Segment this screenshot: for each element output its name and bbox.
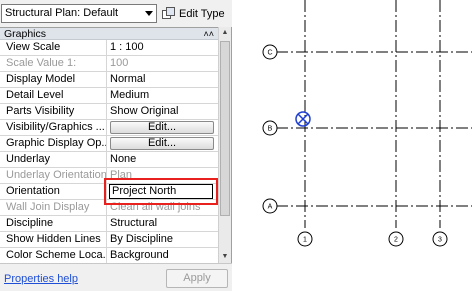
property-value[interactable]: 1 : 100 [107, 40, 218, 55]
property-value[interactable]: Background [107, 248, 218, 263]
property-name: Wall Join Display [0, 200, 107, 215]
property-value[interactable]: Plan [107, 168, 218, 183]
property-row[interactable]: View Scale 1 : 100 [0, 40, 218, 56]
properties-palette: Structural Plan: Default Edit Type Graph… [0, 0, 232, 291]
property-row[interactable]: Scale Value 1: 100 [0, 56, 218, 72]
property-name: Show Hidden Lines [0, 232, 107, 247]
property-row[interactable]: Parts Visibility Show Original [0, 104, 218, 120]
property-name: Underlay Orientation [0, 168, 107, 183]
property-value[interactable]: Edit... [107, 136, 218, 151]
grid-bubble-label: C [267, 50, 272, 57]
property-value[interactable]: Structural [107, 216, 218, 231]
grid-bubble-2[interactable]: 2 [388, 231, 404, 247]
grid-bubble-label: A [268, 204, 273, 211]
property-name: Orientation [0, 184, 107, 199]
property-name: Color Scheme Loca... [0, 248, 107, 263]
property-name: Underlay [0, 152, 107, 167]
property-row[interactable]: Underlay None [0, 152, 218, 168]
property-name: Discipline [0, 216, 107, 231]
property-value[interactable]: Edit... [107, 120, 218, 135]
property-row[interactable]: Show Hidden Lines By Discipline [0, 232, 218, 248]
property-name: Display Model [0, 72, 107, 87]
edit-type-label: Edit Type [179, 7, 225, 20]
type-selector-value: Structural Plan: Default [5, 7, 119, 19]
property-name: Graphic Display Op... [0, 136, 107, 151]
grid-bubble-label: 1 [303, 237, 307, 244]
edit-button[interactable]: Edit... [110, 137, 214, 150]
scroll-up-icon[interactable]: ▲ [219, 27, 231, 39]
location-marker-icon [295, 111, 311, 127]
drawing-area[interactable]: C B A 1 2 3 [232, 0, 472, 291]
property-row[interactable]: Detail Level Medium [0, 88, 218, 104]
property-value[interactable]: Medium [107, 88, 218, 103]
grid-bubble-c[interactable]: C [262, 44, 278, 60]
section-header-label: Graphics [4, 28, 47, 40]
grid-bubble-label: 2 [394, 237, 398, 244]
property-value[interactable]: By Discipline [107, 232, 218, 247]
dropdown-arrow-icon [145, 11, 153, 16]
grid-bubble-a[interactable]: A [262, 198, 278, 214]
collapse-icon[interactable]: ˄˄ [203, 28, 214, 40]
property-value[interactable]: Project North [107, 184, 218, 199]
property-row[interactable]: Visibility/Graphics ... Edit... [0, 120, 218, 136]
property-row[interactable]: Orientation Project North [0, 184, 218, 200]
property-name: Detail Level [0, 88, 107, 103]
property-row[interactable]: Underlay Orientation Plan [0, 168, 218, 184]
property-value[interactable]: 100 [107, 56, 218, 71]
grid-bubble-1[interactable]: 1 [297, 231, 313, 247]
properties-grid: Graphics ˄˄ View Scale 1 : 100 Scale Value… [0, 27, 218, 263]
property-value[interactable]: Normal [107, 72, 218, 87]
property-row[interactable]: Graphic Display Op... Edit... [0, 136, 218, 152]
property-row[interactable]: Wall Join Display Clean all wall joins [0, 200, 218, 216]
scroll-down-icon[interactable]: ▼ [219, 251, 231, 263]
grid-bubble-label: 3 [438, 237, 442, 244]
edit-type-button[interactable]: Edit Type [162, 4, 225, 23]
apply-button[interactable]: Apply [166, 269, 228, 288]
scrollbar-thumb[interactable] [220, 41, 230, 216]
property-row[interactable]: Color Scheme Loca... Background [0, 248, 218, 263]
type-selector-dropdown[interactable]: Structural Plan: Default [1, 4, 157, 23]
property-row[interactable]: Display Model Normal [0, 72, 218, 88]
edit-type-icon [162, 6, 175, 21]
grid-bubble-3[interactable]: 3 [432, 231, 448, 247]
properties-help-link[interactable]: Properties help [4, 273, 78, 285]
grid-bubble-label: B [268, 126, 273, 133]
section-header-graphics[interactable]: Graphics ˄˄ [0, 28, 218, 40]
property-row[interactable]: Discipline Structural [0, 216, 218, 232]
grid-plan-drawing: C B A 1 2 3 [262, 0, 472, 247]
property-value[interactable]: Clean all wall joins [107, 200, 218, 215]
orientation-dropdown[interactable]: Project North [109, 184, 213, 199]
property-name: View Scale [0, 40, 107, 55]
property-value[interactable]: Show Original [107, 104, 218, 119]
properties-scrollbar[interactable]: ▲ ▼ [218, 27, 231, 263]
type-selector-row: Structural Plan: Default Edit Type [0, 0, 232, 27]
property-name: Parts Visibility [0, 104, 107, 119]
property-name: Visibility/Graphics ... [0, 120, 107, 135]
properties-footer: Properties help Apply [0, 263, 232, 291]
grid-bubble-b[interactable]: B [262, 120, 278, 136]
property-value[interactable]: None [107, 152, 218, 167]
edit-button[interactable]: Edit... [110, 121, 214, 134]
property-name: Scale Value 1: [0, 56, 107, 71]
